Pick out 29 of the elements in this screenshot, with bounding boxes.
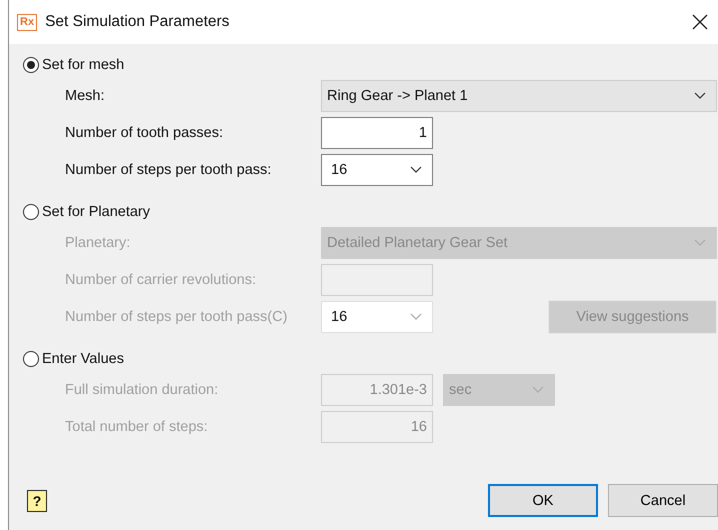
field-label: Number of tooth passes: bbox=[64, 124, 224, 140]
caret-icon bbox=[410, 166, 422, 173]
window-title: Set Simulation Parameters bbox=[45, 13, 230, 31]
field-label: Number of steps per tooth pass(C) bbox=[64, 308, 288, 324]
caret-icon bbox=[694, 92, 706, 99]
field-label: Total number of steps: bbox=[64, 418, 209, 434]
field-label: Number of carrier revolutions: bbox=[64, 272, 257, 288]
caret-icon bbox=[410, 313, 422, 320]
radio-button[interactable] bbox=[23, 204, 39, 220]
caret-icon bbox=[532, 386, 544, 393]
field-label: Mesh: bbox=[64, 88, 106, 104]
field-label: Full simulation duration: bbox=[64, 382, 220, 398]
caret-icon bbox=[694, 239, 706, 246]
app-logo: Rx bbox=[17, 14, 38, 30]
input-field[interactable]: 1 bbox=[321, 116, 433, 148]
radio-label[interactable]: Set for Planetary bbox=[42, 204, 150, 220]
field-label: Planetary: bbox=[64, 234, 132, 250]
field-label: Number of steps per tooth pass: bbox=[64, 162, 272, 178]
dropdown[interactable]: Ring Gear -> Planet 1 bbox=[321, 80, 717, 112]
radio-label[interactable]: Set for mesh bbox=[42, 57, 124, 73]
radio-label[interactable]: Enter Values bbox=[42, 351, 124, 367]
ok-button[interactable]: OK bbox=[488, 484, 598, 517]
input-field[interactable] bbox=[321, 264, 433, 296]
cancel-button[interactable]: Cancel bbox=[608, 484, 718, 517]
close-icon[interactable] bbox=[692, 14, 708, 30]
help-button[interactable]: ? bbox=[27, 490, 47, 512]
radio-button[interactable] bbox=[23, 57, 39, 73]
dropdown[interactable]: 16 bbox=[321, 154, 433, 186]
radio-button[interactable] bbox=[23, 351, 39, 367]
